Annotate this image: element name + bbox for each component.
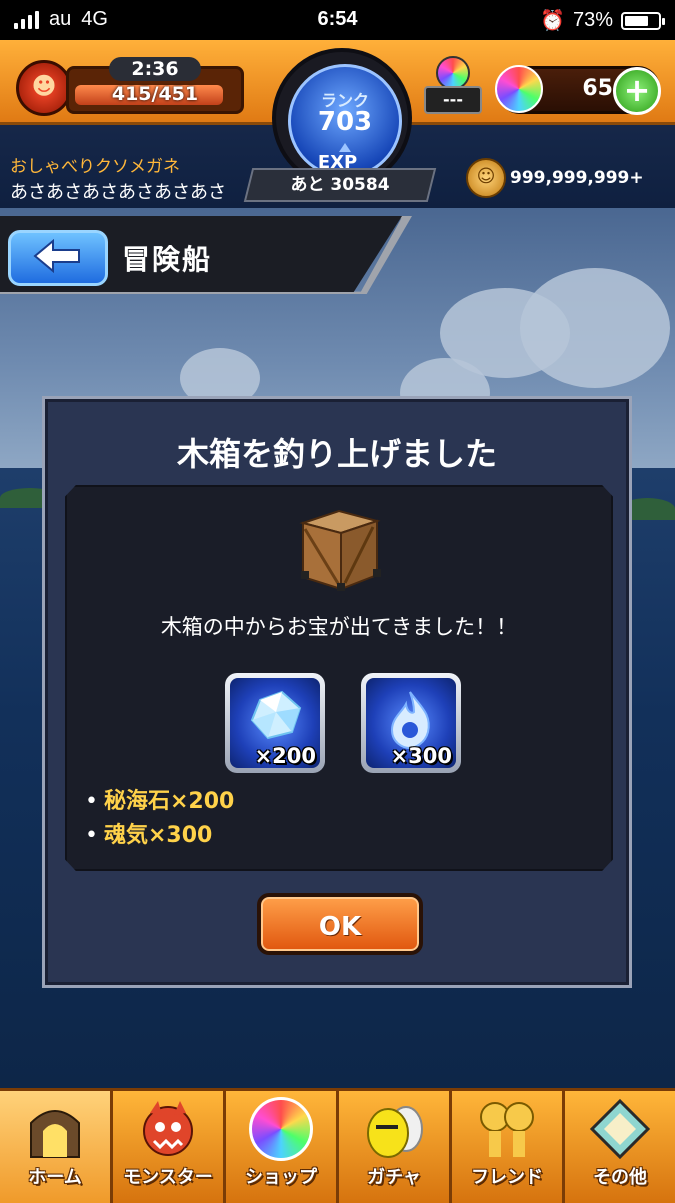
rank-up-arrow-icon — [339, 143, 351, 152]
nav-label: ガチャ — [367, 1167, 421, 1188]
orb-counter: 65 + — [495, 65, 661, 115]
reward-item-crystal[interactable]: ×200 — [225, 673, 325, 773]
nav-label: モンスター — [123, 1167, 213, 1188]
gacha-egg-icon — [367, 1106, 423, 1158]
stamina-gauge[interactable]: 2:36 415/451 — [66, 57, 244, 114]
reward-list-item: • 秘海石×200 — [85, 789, 235, 814]
reward-quantity: ×300 — [390, 744, 452, 768]
home-gate-icon — [30, 1110, 80, 1158]
orb-slot[interactable]: --- — [424, 52, 482, 114]
nav-label: ホーム — [28, 1167, 82, 1188]
gold-counter: ☺ 999,999,999+ — [466, 158, 644, 198]
nav-shop[interactable]: ショップ — [226, 1091, 339, 1203]
exp-remaining-box: あと 30584 — [243, 168, 437, 202]
nav-gacha[interactable]: ガチャ — [339, 1091, 452, 1203]
stamina-value: 415/451 — [111, 83, 199, 105]
nav-home[interactable]: ホーム — [0, 1091, 113, 1203]
orb-icon — [249, 1097, 313, 1161]
reward-item-soul[interactable]: ×300 — [361, 673, 461, 773]
nav-friend[interactable]: フレンド — [452, 1091, 565, 1203]
battery-icon — [621, 11, 665, 30]
nav-other[interactable]: その他 — [565, 1091, 675, 1203]
exp-remaining: あと 30584 — [290, 175, 390, 195]
nav-label: その他 — [593, 1167, 647, 1188]
reward-list-text: 魂気×300 — [103, 823, 213, 848]
back-arrow-icon — [33, 239, 80, 273]
battery-percent: 73% — [572, 9, 613, 31]
reward-list-text: 秘海石×200 — [103, 789, 235, 814]
nav-monster[interactable]: モンスター — [113, 1091, 226, 1203]
orb-slot-value: --- — [424, 86, 482, 114]
page-title: 冒険船 — [122, 243, 213, 276]
status-bar: au 4G 6:54 ⏰ 73% — [0, 0, 675, 40]
rank-value: 703 — [317, 107, 373, 137]
ok-button[interactable]: OK — [257, 893, 423, 955]
friends-balloon-icon — [480, 1102, 534, 1157]
reward-quantity: ×200 — [254, 744, 316, 768]
player-title: おしゃべりクソメガネ — [10, 157, 180, 177]
nav-label: ショップ — [245, 1167, 317, 1188]
player-name: あさあさあさあさあさあさ — [10, 182, 226, 203]
dialog-message: 木箱の中からお宝が出てきました！！ — [160, 615, 518, 639]
back-button[interactable] — [8, 230, 108, 286]
bottom-nav: ホーム モンスター ショップ ガチャ フレンド その他 — [0, 1088, 675, 1203]
gold-coin-icon: ☺ — [466, 158, 506, 198]
stamina-timer: 2:36 — [109, 57, 201, 81]
rainbow-orb-icon — [495, 65, 543, 113]
gold-value: 999,999,999+ — [510, 168, 644, 188]
orb-icon — [436, 56, 470, 90]
dialog-title: 木箱を釣り上げました — [176, 435, 497, 473]
other-icon — [589, 1098, 651, 1160]
wooden-crate-icon — [299, 509, 381, 591]
game-header: ☻ 2:36 415/451 ランク 703 EXP あと 30584 --- … — [0, 40, 675, 208]
reward-list-item: • 魂気×300 — [85, 823, 213, 848]
add-orbs-button[interactable]: + — [613, 67, 661, 115]
dialog-content-panel: 木箱の中からお宝が出てきました！！ ×200 ×300 • 秘海石×200 • … — [65, 485, 613, 871]
orb-count: 65 — [582, 76, 613, 101]
page-title-bar: 冒険船 — [0, 216, 420, 294]
monster-icon — [143, 1101, 193, 1156]
alarm-icon: ⏰ — [540, 10, 565, 32]
reward-dialog: 木箱を釣り上げました 木箱の中からお宝が出てきました！！ ×200 ×300 •… — [42, 396, 632, 988]
nav-label: フレンド — [471, 1167, 543, 1188]
player-emblem-icon[interactable]: ☻ — [16, 60, 72, 116]
